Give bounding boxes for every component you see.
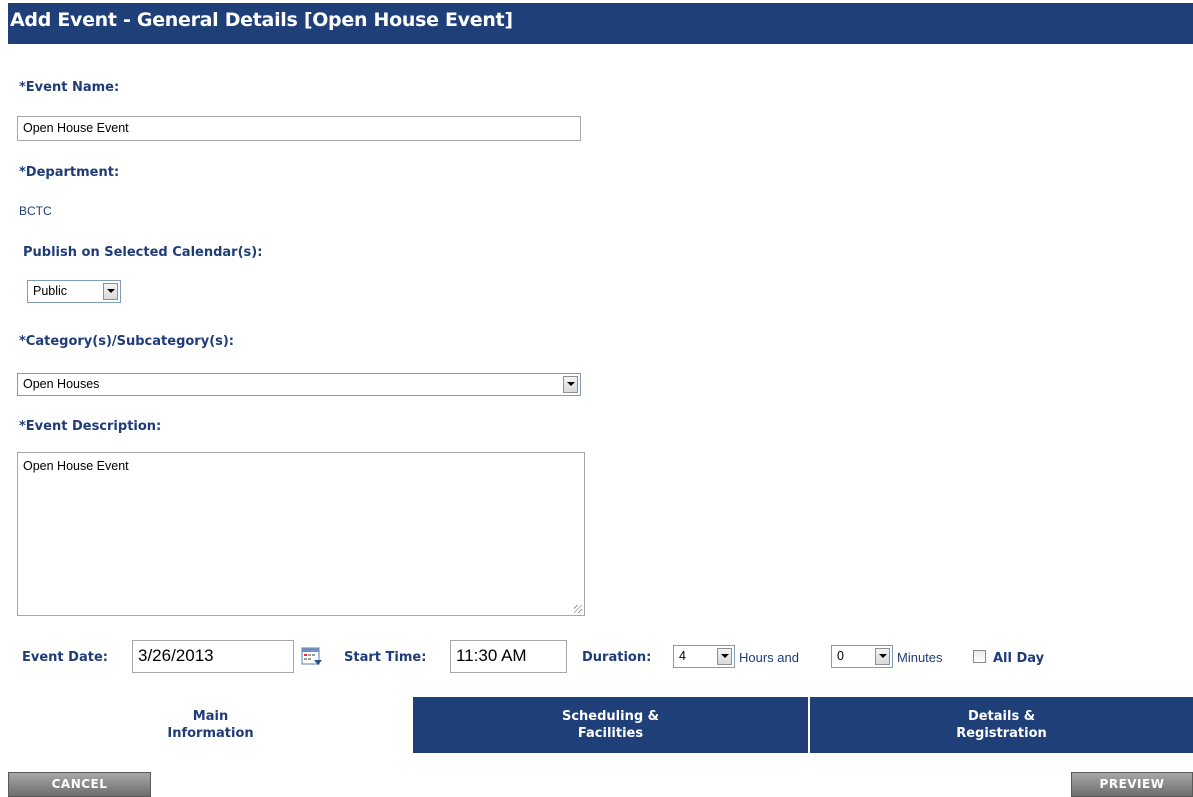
page-title: Add Event - General Details [Open House … — [10, 9, 513, 31]
tab-label-line2: Facilities — [577, 726, 644, 741]
category-select[interactable]: Open Houses — [17, 373, 581, 396]
tab-label-line1: Details & — [967, 709, 1036, 724]
publish-calendar-label: Publish on Selected Calendar(s): — [23, 245, 263, 260]
page-header: Add Event - General Details [Open House … — [8, 3, 1193, 44]
duration-label: Duration: — [582, 650, 652, 665]
start-time-label: Start Time: — [344, 650, 427, 665]
all-day-label: All Day — [993, 651, 1045, 666]
event-date-input[interactable]: 3/26/2013 — [132, 640, 294, 673]
duration-hours-value: 4 — [679, 649, 686, 663]
all-day-checkbox[interactable] — [973, 650, 986, 663]
duration-minutes-select[interactable]: 0 — [831, 645, 893, 668]
chevron-down-icon[interactable] — [875, 648, 890, 665]
chevron-down-icon[interactable] — [563, 376, 578, 393]
tab-details-registration[interactable]: Details & Registration — [809, 697, 1193, 753]
tab-label-line2: Information — [167, 726, 254, 741]
category-label: *Category(s)/Subcategory(s): — [19, 334, 235, 349]
tab-label-line1: Main — [192, 709, 229, 724]
event-name-label: *Event Name: — [19, 80, 120, 95]
category-value: Open Houses — [23, 377, 100, 391]
start-time-input[interactable]: 11:30 AM — [450, 640, 567, 673]
tab-label-line2: Registration — [956, 726, 1047, 741]
event-date-label: Event Date: — [22, 650, 108, 665]
tab-label-line1: Scheduling & — [561, 709, 660, 724]
preview-button[interactable]: PREVIEW — [1071, 772, 1193, 797]
resize-handle-icon[interactable] — [574, 605, 582, 613]
description-label: *Event Description: — [19, 419, 162, 434]
cancel-button[interactable]: CANCEL — [8, 772, 151, 797]
description-textarea[interactable]: Open House Event — [17, 452, 585, 616]
description-text: Open House Event — [23, 459, 129, 473]
hours-and-text: Hours and — [739, 650, 799, 665]
department-value: BCTC — [19, 204, 52, 218]
minutes-text: Minutes — [897, 650, 943, 665]
duration-hours-select[interactable]: 4 — [673, 645, 735, 668]
chevron-down-icon[interactable] — [717, 648, 732, 665]
department-label: *Department: — [19, 165, 120, 180]
tab-scheduling-facilities[interactable]: Scheduling & Facilities — [413, 697, 808, 753]
calendar-picker-icon[interactable] — [301, 645, 323, 667]
tab-main-information[interactable]: Main Information — [8, 697, 413, 753]
event-name-input[interactable]: Open House Event — [17, 116, 581, 141]
duration-minutes-value: 0 — [837, 649, 844, 663]
publish-calendar-value: Public — [33, 284, 68, 298]
chevron-down-icon[interactable] — [103, 283, 118, 300]
publish-calendar-select[interactable]: Public — [27, 280, 121, 303]
